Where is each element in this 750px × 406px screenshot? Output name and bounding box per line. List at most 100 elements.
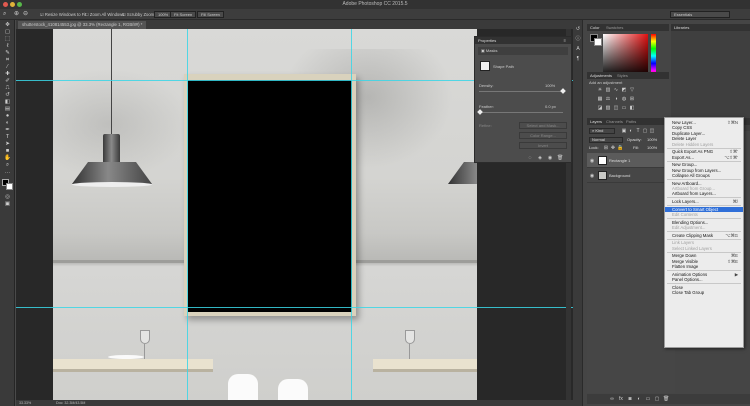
- layer-row-background[interactable]: ◉ Background: [587, 168, 674, 183]
- healing-brush-tool-icon[interactable]: ✚: [3, 71, 12, 77]
- color-balance-icon[interactable]: ⚖: [605, 96, 611, 102]
- vector-mask-thumbnail[interactable]: [480, 61, 490, 71]
- feather-value[interactable]: 0.0 px: [545, 104, 556, 109]
- load-selection-icon[interactable]: ◌: [527, 155, 533, 161]
- gradient-map-icon[interactable]: ▭: [621, 105, 627, 111]
- guide-vertical[interactable]: [351, 29, 352, 400]
- layer-visibility-eye-icon[interactable]: ◉: [589, 173, 595, 179]
- levels-icon[interactable]: ▥: [605, 87, 611, 93]
- blend-mode-select[interactable]: Normal: [589, 137, 623, 143]
- quick-select-tool-icon[interactable]: ✎: [3, 50, 12, 56]
- apply-mask-icon[interactable]: ◈: [537, 155, 543, 161]
- workspace-switcher[interactable]: Essentials: [670, 11, 730, 18]
- menu-item-flatten-image[interactable]: Flatten Image: [665, 264, 743, 269]
- link-layers-icon[interactable]: ∞: [609, 396, 615, 402]
- filter-adjustment-icon[interactable]: ◐: [628, 128, 634, 134]
- lasso-tool-icon[interactable]: ℓ: [3, 43, 12, 49]
- new-layer-icon[interactable]: ▢: [654, 396, 660, 402]
- history-brush-tool-icon[interactable]: ↺: [3, 92, 12, 98]
- fill-screen-button[interactable]: Fill Screen: [197, 11, 224, 18]
- doc-info[interactable]: Doc: 32.3M/43.5M: [56, 400, 85, 406]
- posterize-icon[interactable]: ▨: [605, 105, 611, 111]
- lock-position-icon[interactable]: ✥: [610, 145, 616, 151]
- filter-pixel-icon[interactable]: ▣: [621, 128, 627, 134]
- path-selection-tool-icon[interactable]: ➤: [3, 141, 12, 147]
- menu-item-create-clipping-mask[interactable]: Create Clipping Mask ⌥⌘G: [665, 233, 743, 238]
- gradient-tool-icon[interactable]: ▤: [3, 106, 12, 112]
- styles-tab[interactable]: Styles: [614, 72, 631, 79]
- properties-tab[interactable]: Properties: [475, 37, 499, 44]
- menu-item-lock-layers[interactable]: Lock Layers... ⌘/: [665, 199, 743, 204]
- exposure-icon[interactable]: ◩: [621, 87, 627, 93]
- adjustments-tab[interactable]: Adjustments: [587, 72, 615, 79]
- background-color[interactable]: [594, 38, 602, 46]
- brush-tool-icon[interactable]: ✐: [3, 78, 12, 84]
- fit-screen-button[interactable]: Fit Screen: [170, 11, 197, 18]
- menu-item-close-tab-group[interactable]: Close Tab Group: [665, 290, 743, 295]
- density-slider[interactable]: [479, 91, 563, 92]
- info-panel-icon[interactable]: ⓘ: [575, 36, 581, 42]
- fill-value[interactable]: 100%: [647, 145, 657, 151]
- filter-type-icon[interactable]: T: [635, 128, 641, 134]
- resize-windows-checkbox[interactable]: ☑ Resize Windows to Fit: [40, 9, 86, 20]
- photo-filter-icon[interactable]: ◍: [621, 96, 627, 102]
- libraries-tab[interactable]: Libraries: [671, 24, 692, 31]
- color-range-button[interactable]: Color Range...: [519, 132, 567, 139]
- hue-saturation-icon[interactable]: ▦: [597, 96, 603, 102]
- eyedropper-tool-icon[interactable]: ⁄: [3, 64, 12, 70]
- layer-row-rectangle[interactable]: ◉ Rectangle 1: [587, 153, 674, 168]
- clone-stamp-tool-icon[interactable]: ⎍: [3, 85, 12, 91]
- zoom-status[interactable]: 33.33%: [19, 400, 31, 406]
- artboard-tool-icon[interactable]: ▢: [3, 29, 12, 35]
- selective-color-icon[interactable]: ◧: [629, 105, 635, 111]
- density-slider-handle[interactable]: [560, 88, 566, 94]
- zoom-tool-icon[interactable]: ⌕: [3, 9, 6, 20]
- black-rectangle-shape[interactable]: [188, 80, 352, 312]
- quick-mask-icon[interactable]: ◎: [3, 194, 12, 200]
- black-white-icon[interactable]: ◑: [613, 96, 619, 102]
- swatches-tab[interactable]: Swatches: [603, 24, 626, 31]
- pen-tool-icon[interactable]: ✒: [3, 127, 12, 133]
- invert-adjustment-icon[interactable]: ◪: [597, 105, 603, 111]
- document-canvas[interactable]: [53, 29, 477, 400]
- new-group-icon[interactable]: ▭: [645, 396, 651, 402]
- paths-tab[interactable]: Paths: [623, 118, 639, 125]
- color-tab[interactable]: Color: [587, 24, 603, 31]
- marquee-tool-icon[interactable]: ⬚: [3, 36, 12, 42]
- menu-item-panel-options[interactable]: Panel Options...: [665, 277, 743, 282]
- rectangle-tool-icon[interactable]: ■: [3, 148, 12, 154]
- density-value[interactable]: 100%: [545, 83, 555, 88]
- vibrance-icon[interactable]: ▽: [629, 87, 635, 93]
- menu-item-artboard-from-layers[interactable]: Artboard from Layers...: [665, 191, 743, 196]
- lock-all-icon[interactable]: 🔒: [617, 145, 623, 151]
- filter-shape-icon[interactable]: ▢: [642, 128, 648, 134]
- zoom-tool-icon[interactable]: ⌕: [3, 162, 12, 168]
- layer-filter-kind[interactable]: ⌕ Kind: [589, 128, 615, 134]
- crop-tool-icon[interactable]: ⌗: [3, 57, 12, 63]
- background-color-swatch[interactable]: [6, 183, 13, 190]
- menu-item-export-as[interactable]: Export As... ⌥⇧⌘': [665, 155, 743, 160]
- screen-mode-icon[interactable]: ▣: [3, 201, 12, 207]
- scrubby-zoom-checkbox[interactable]: ☑ Scrubby Zoom: [122, 9, 154, 20]
- more-tools-icon[interactable]: …: [3, 169, 12, 175]
- channel-mixer-icon[interactable]: ⊞: [629, 96, 635, 102]
- layer-style-icon[interactable]: fx: [618, 396, 624, 402]
- add-mask-icon[interactable]: ◙: [627, 396, 633, 402]
- layer-name[interactable]: Background: [609, 168, 630, 183]
- history-panel-icon[interactable]: ↺: [575, 26, 581, 32]
- opacity-value[interactable]: 100%: [647, 137, 657, 143]
- delete-mask-icon[interactable]: 🗑: [557, 155, 563, 161]
- guide-horizontal[interactable]: [16, 307, 573, 308]
- layer-visibility-eye-icon[interactable]: ◉: [589, 158, 595, 164]
- delete-layer-icon[interactable]: 🗑: [663, 396, 669, 402]
- menu-item-collapse-all-groups[interactable]: Collapse All Groups: [665, 173, 743, 178]
- type-tool-icon[interactable]: T: [3, 134, 12, 140]
- brightness-icon[interactable]: ☀: [597, 87, 603, 93]
- guide-vertical[interactable]: [187, 29, 188, 400]
- filter-smart-object-icon[interactable]: ◫: [649, 128, 655, 134]
- threshold-icon[interactable]: ◫: [613, 105, 619, 111]
- invert-button[interactable]: Invert: [519, 142, 567, 149]
- hand-tool-icon[interactable]: ✋: [3, 155, 12, 161]
- feather-slider[interactable]: [479, 112, 563, 113]
- feather-slider-handle[interactable]: [477, 109, 483, 115]
